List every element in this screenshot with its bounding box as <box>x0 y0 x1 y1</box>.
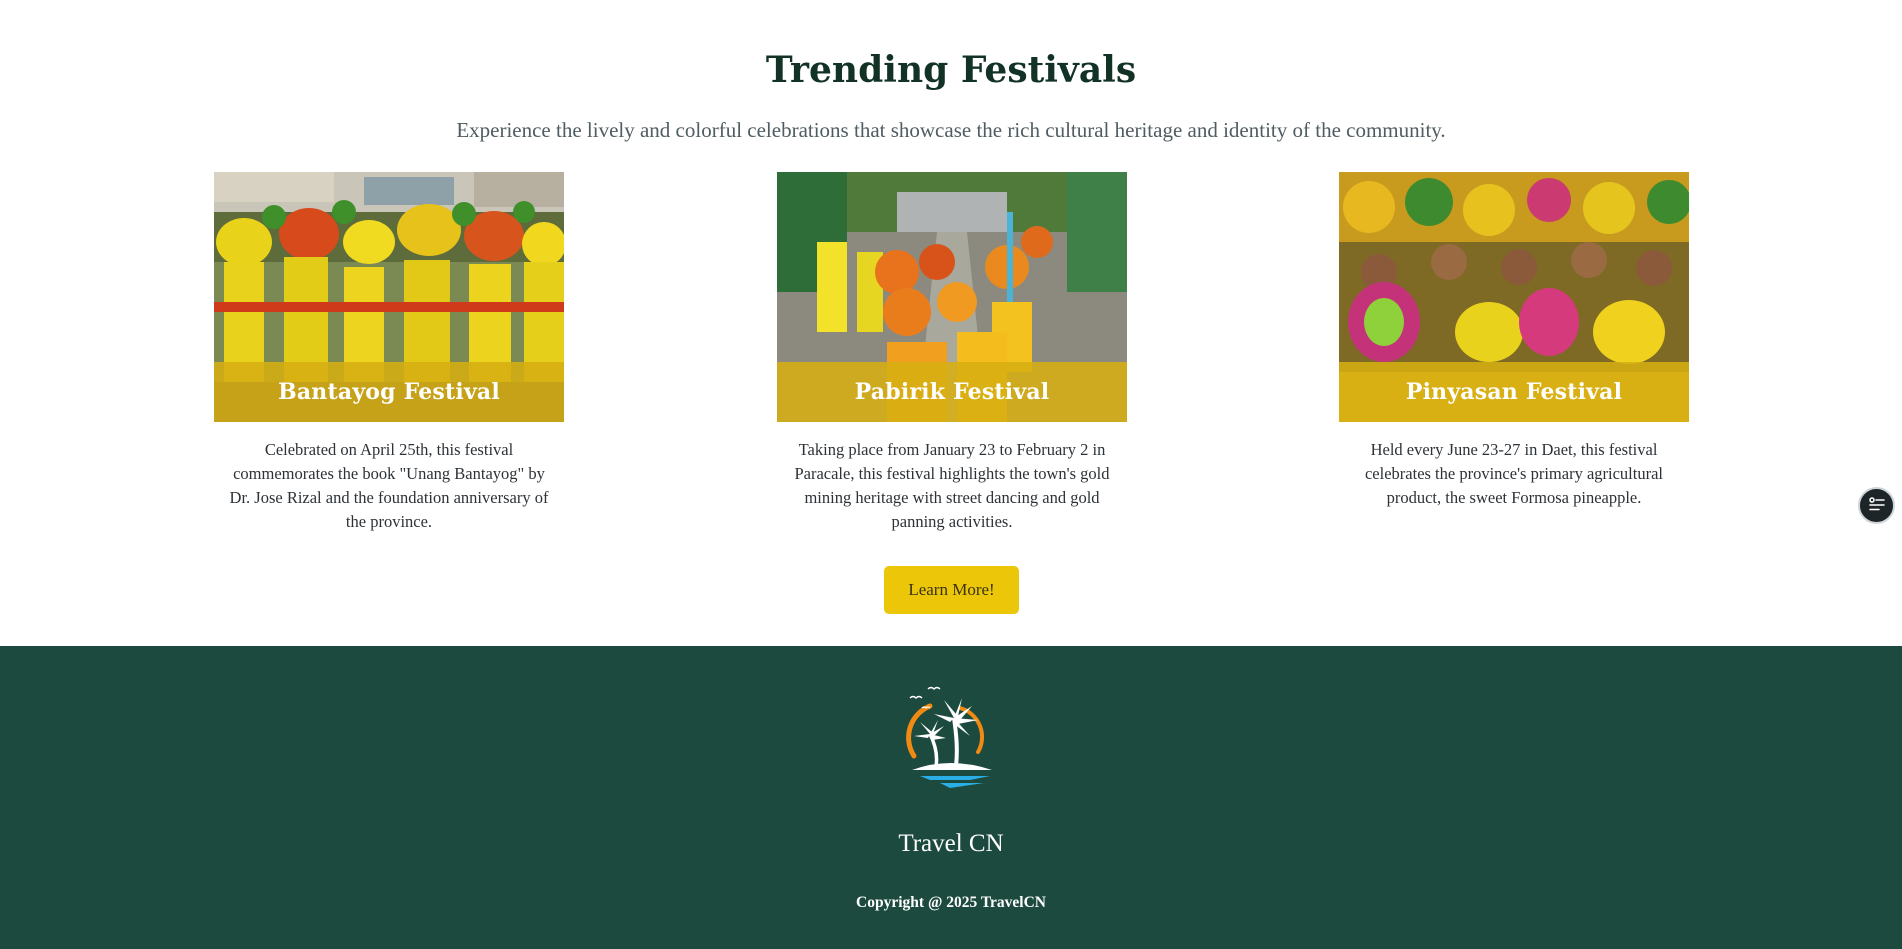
festival-title: Pabirik Festival <box>854 379 1050 405</box>
section-subtitle: Experience the lively and colorful celeb… <box>456 118 1446 142</box>
festival-title: Pinyasan Festival <box>1405 379 1623 405</box>
festival-title-overlay: Pabirik Festival <box>777 362 1127 422</box>
festival-description: Held every June 23-27 in Daet, this fest… <box>1364 440 1663 507</box>
list-settings-icon <box>1868 495 1886 517</box>
section-title: Trending Festivals <box>765 49 1137 91</box>
festival-title: Bantayog Festival <box>278 379 500 405</box>
festival-image[interactable]: Bantayog Festival <box>214 172 564 422</box>
footer: Travel CN Copyright @ 2025 TravelCN <box>0 646 1902 949</box>
festival-description: Celebrated on April 25th, this festival … <box>229 440 549 531</box>
footer-copyright: Copyright @ 2025 TravelCN <box>856 894 1046 911</box>
festival-description: Taking place from January 23 to February… <box>794 440 1110 531</box>
floating-menu-button[interactable] <box>1858 487 1895 524</box>
festival-card-pabirik[interactable]: Pabirik Festival Taking place from Janua… <box>777 172 1127 534</box>
festival-title-overlay: Bantayog Festival <box>214 362 564 422</box>
festival-image[interactable]: Pabirik Festival <box>777 172 1127 422</box>
trending-festivals-section: Trending Festivals Experience the lively… <box>0 0 1902 646</box>
footer-brand-name: Travel CN <box>898 830 1004 857</box>
festival-card-bantayog[interactable]: Bantayog Festival Celebrated on April 25… <box>214 172 564 534</box>
festival-image[interactable]: Pinyasan Festival <box>1339 172 1689 422</box>
festival-title-overlay: Pinyasan Festival <box>1339 362 1689 422</box>
page: Trending Festivals Experience the lively… <box>0 0 1902 949</box>
learn-more-button[interactable]: Learn More! <box>884 566 1019 614</box>
palm-island-logo[interactable] <box>900 684 1002 792</box>
festival-card-pinyasan[interactable]: Pinyasan Festival Held every June 23-27 … <box>1339 172 1689 510</box>
